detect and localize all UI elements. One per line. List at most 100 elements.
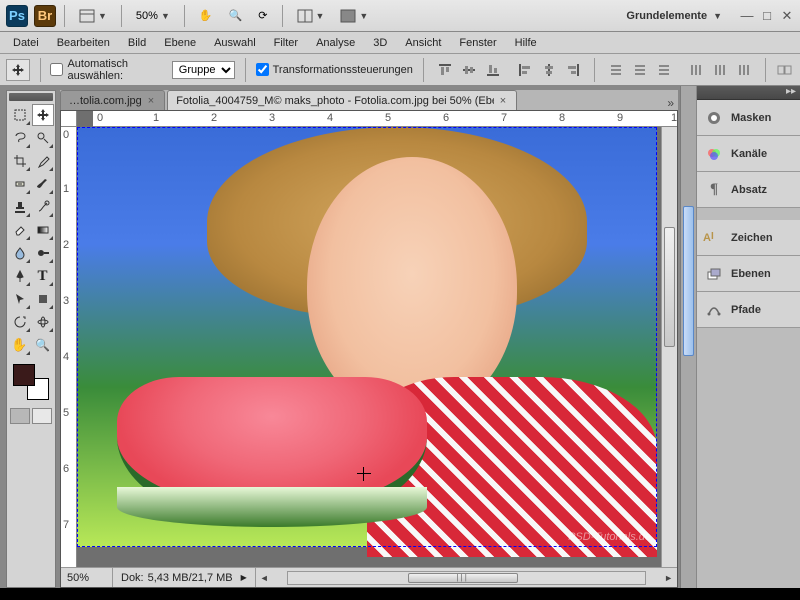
rotate-view-shortcut[interactable]: ⟳ bbox=[252, 5, 273, 27]
move-tool-icon bbox=[11, 63, 25, 77]
standard-mode-button[interactable] bbox=[10, 408, 30, 424]
distribute-bottom-button[interactable] bbox=[653, 60, 675, 80]
auto-select-checkbox[interactable] bbox=[50, 63, 63, 76]
align-left-edges-button[interactable] bbox=[514, 60, 536, 80]
vertical-scrollbar[interactable] bbox=[661, 127, 677, 567]
align-hcenter-button[interactable] bbox=[538, 60, 560, 80]
dodge-tool[interactable] bbox=[32, 242, 54, 264]
foreground-color[interactable] bbox=[13, 364, 35, 386]
3d-rotate-tool[interactable] bbox=[9, 311, 31, 333]
zoom-tool-shortcut[interactable]: 🔍 bbox=[223, 5, 249, 27]
hand-tool[interactable]: ✋ bbox=[9, 334, 31, 356]
menu-bearbeiten[interactable]: Bearbeiten bbox=[48, 33, 119, 53]
distribute-top-button[interactable] bbox=[605, 60, 627, 80]
move-tool[interactable] bbox=[32, 104, 54, 126]
marquee-tool[interactable] bbox=[9, 104, 31, 126]
document-tab[interactable]: …tolia.com.jpg × bbox=[60, 90, 165, 110]
align-vcenter-button[interactable] bbox=[458, 60, 480, 80]
quick-select-tool[interactable] bbox=[32, 127, 54, 149]
scrollbar-thumb[interactable] bbox=[664, 227, 675, 347]
dock-expand-grip[interactable] bbox=[683, 206, 694, 356]
transform-controls-checkbox[interactable] bbox=[256, 63, 269, 76]
workspace-switcher[interactable]: Grundelemente ▼ bbox=[618, 10, 730, 22]
close-icon[interactable]: × bbox=[500, 95, 506, 107]
close-icon[interactable]: × bbox=[148, 95, 154, 107]
scrollbar-thumb[interactable]: ||| bbox=[408, 573, 518, 583]
view-extras-dropdown[interactable]: ▼ bbox=[73, 5, 113, 27]
panel-masken[interactable]: Masken bbox=[697, 100, 800, 136]
auto-select-option[interactable]: Automatisch auswählen: bbox=[50, 58, 163, 82]
ruler-origin[interactable] bbox=[61, 111, 77, 127]
bridge-logo-icon[interactable]: Br bbox=[34, 5, 56, 27]
panel-ebenen[interactable]: Ebenen bbox=[697, 256, 800, 292]
stamp-tool[interactable] bbox=[9, 196, 31, 218]
menu-ebene[interactable]: Ebene bbox=[155, 33, 205, 53]
toolbox-grip[interactable] bbox=[9, 93, 53, 101]
eyedropper-tool[interactable] bbox=[32, 150, 54, 172]
menu-hilfe[interactable]: Hilfe bbox=[506, 33, 546, 53]
close-button[interactable]: ✕ bbox=[780, 9, 794, 23]
path-select-tool[interactable] bbox=[9, 288, 31, 310]
zoom-tool[interactable]: 🔍 bbox=[32, 334, 54, 356]
main-area: T ✋ 🔍 …tolia.com.jpg × bbox=[0, 86, 800, 588]
screen-icon bbox=[340, 9, 356, 23]
distribute-right-button[interactable] bbox=[733, 60, 755, 80]
gradient-tool[interactable] bbox=[32, 219, 54, 241]
zoom-level-dropdown[interactable]: 50% ▼ bbox=[130, 5, 176, 27]
auto-select-target-dropdown[interactable]: Gruppe bbox=[172, 61, 235, 79]
hand-tool-shortcut[interactable]: ✋ bbox=[193, 5, 219, 27]
menu-3d[interactable]: 3D bbox=[364, 33, 396, 53]
scroll-right-icon[interactable]: ► bbox=[660, 573, 677, 583]
eraser-tool[interactable] bbox=[9, 219, 31, 241]
arrange-documents-dropdown[interactable]: ▼ bbox=[291, 5, 331, 27]
history-brush-tool[interactable] bbox=[32, 196, 54, 218]
menu-filter[interactable]: Filter bbox=[265, 33, 307, 53]
ruler-vertical[interactable]: 0 1 2 3 4 5 6 7 bbox=[61, 127, 77, 567]
canvas[interactable]: PSD-Tutorials.de bbox=[77, 127, 661, 567]
panel-dock-strip[interactable] bbox=[680, 86, 696, 588]
transform-controls-option[interactable]: Transformationssteuerungen bbox=[256, 63, 413, 76]
type-tool[interactable]: T bbox=[32, 265, 54, 287]
distribute-left-button[interactable] bbox=[685, 60, 707, 80]
menu-bild[interactable]: Bild bbox=[119, 33, 155, 53]
horizontal-scrollbar[interactable]: ||| bbox=[287, 571, 646, 585]
panel-absatz[interactable]: ¶ Absatz bbox=[697, 172, 800, 208]
screen-mode-dropdown[interactable]: ▼ bbox=[334, 5, 374, 27]
lasso-tool[interactable] bbox=[9, 127, 31, 149]
menu-fenster[interactable]: Fenster bbox=[450, 33, 505, 53]
zoom-field[interactable]: 50% bbox=[61, 568, 113, 587]
menu-ansicht[interactable]: Ansicht bbox=[396, 33, 450, 53]
minimize-button[interactable]: — bbox=[740, 9, 754, 23]
panel-dock-header: ▸▸ bbox=[697, 86, 800, 100]
maximize-button[interactable]: □ bbox=[760, 9, 774, 23]
menu-auswahl[interactable]: Auswahl bbox=[205, 33, 265, 53]
document-tab[interactable]: Fotolia_4004759_M© maks_photo - Fotolia.… bbox=[167, 90, 517, 110]
tab-scroll-arrows[interactable]: » bbox=[663, 96, 678, 110]
panel-pfade[interactable]: Pfade bbox=[697, 292, 800, 328]
chevron-right-icon[interactable]: ▶ bbox=[241, 573, 247, 582]
menu-datei[interactable]: Datei bbox=[4, 33, 48, 53]
current-tool-indicator[interactable] bbox=[6, 59, 30, 81]
ruler-horizontal[interactable]: 0 1 2 3 4 5 6 7 8 9 10 bbox=[93, 111, 677, 127]
shape-tool[interactable] bbox=[32, 288, 54, 310]
quick-mask-mode-button[interactable] bbox=[32, 408, 52, 424]
blur-tool[interactable] bbox=[9, 242, 31, 264]
panel-kanaele[interactable]: Kanäle bbox=[697, 136, 800, 172]
crop-tool[interactable] bbox=[9, 150, 31, 172]
brush-tool[interactable] bbox=[32, 173, 54, 195]
expand-panels-icon[interactable]: ▸▸ bbox=[786, 86, 796, 99]
healing-tool[interactable] bbox=[9, 173, 31, 195]
panel-zeichen[interactable]: AI Zeichen bbox=[697, 220, 800, 256]
align-top-edges-button[interactable] bbox=[434, 60, 456, 80]
scroll-left-icon[interactable]: ◄ bbox=[256, 573, 273, 583]
chevron-down-icon: ▼ bbox=[161, 11, 170, 21]
align-bottom-edges-button[interactable] bbox=[482, 60, 504, 80]
distribute-hcenter-button[interactable] bbox=[709, 60, 731, 80]
auto-align-button[interactable] bbox=[775, 60, 794, 80]
3d-orbit-tool[interactable] bbox=[32, 311, 54, 333]
menu-analyse[interactable]: Analyse bbox=[307, 33, 364, 53]
pen-tool[interactable] bbox=[9, 265, 31, 287]
document-info[interactable]: Dok: 5,43 MB/21,7 MB ▶ bbox=[113, 568, 256, 587]
align-right-edges-button[interactable] bbox=[562, 60, 584, 80]
distribute-vcenter-button[interactable] bbox=[629, 60, 651, 80]
